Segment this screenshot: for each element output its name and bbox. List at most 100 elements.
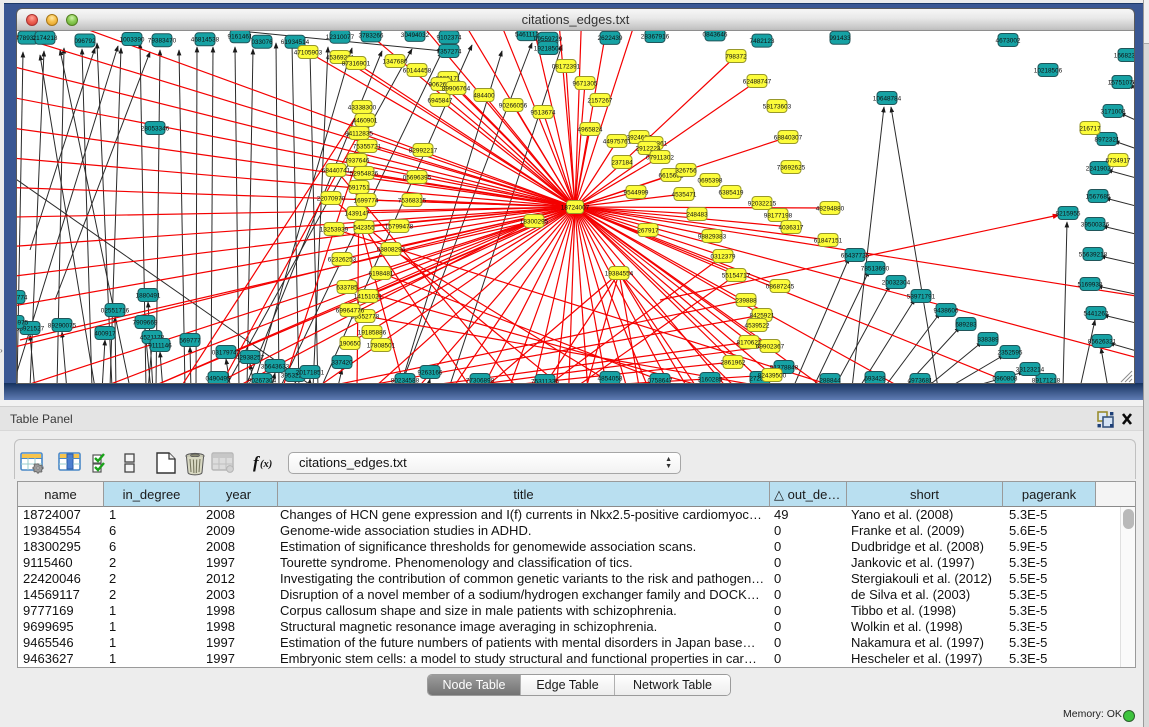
svg-text:08687245: 08687245 bbox=[766, 283, 795, 290]
svg-text:267917: 267917 bbox=[637, 227, 659, 234]
svg-text:2174218: 2174218 bbox=[33, 35, 58, 42]
svg-text:69964776: 69964776 bbox=[336, 307, 365, 314]
svg-text:84112835: 84112835 bbox=[345, 130, 373, 137]
svg-text:5441262: 5441262 bbox=[1084, 310, 1109, 317]
svg-text:46814538: 46814538 bbox=[191, 37, 220, 44]
svg-text:8972321: 8972321 bbox=[1095, 136, 1120, 143]
svg-text:0490495: 0490495 bbox=[206, 375, 231, 382]
svg-text:1880491: 1880491 bbox=[136, 292, 161, 299]
svg-text:13253939: 13253939 bbox=[320, 226, 349, 233]
svg-text:42938257: 42938257 bbox=[236, 354, 265, 361]
svg-text:68840307: 68840307 bbox=[774, 134, 803, 141]
svg-text:69902367: 69902367 bbox=[756, 343, 785, 350]
svg-text:8215955: 8215955 bbox=[1056, 210, 1081, 217]
svg-text:75355721: 75355721 bbox=[353, 143, 382, 150]
svg-text:55639218: 55639218 bbox=[1079, 251, 1108, 258]
svg-text:689283: 689283 bbox=[955, 321, 977, 328]
svg-text:1567685: 1567685 bbox=[1086, 193, 1111, 200]
svg-text:39500326: 39500326 bbox=[1081, 221, 1110, 228]
svg-text:9102374: 9102374 bbox=[437, 35, 462, 42]
svg-text:08172391: 08172391 bbox=[552, 63, 581, 70]
svg-text:3783266: 3783266 bbox=[359, 33, 384, 40]
svg-text:4036317: 4036317 bbox=[779, 224, 804, 231]
svg-text:19384554: 19384554 bbox=[605, 270, 634, 277]
svg-text:991433: 991433 bbox=[829, 35, 851, 42]
svg-text:33123214: 33123214 bbox=[1016, 366, 1045, 373]
svg-text:60144458: 60144458 bbox=[403, 67, 432, 74]
svg-text:89906764: 89906764 bbox=[442, 85, 471, 92]
svg-text:4973681: 4973681 bbox=[908, 377, 933, 383]
svg-text:15799478: 15799478 bbox=[385, 223, 414, 230]
svg-text:4460901: 4460901 bbox=[353, 117, 378, 124]
svg-text:19185886: 19185886 bbox=[358, 329, 387, 336]
svg-text:18300295: 18300295 bbox=[520, 218, 549, 225]
svg-text:838389: 838389 bbox=[977, 336, 999, 343]
svg-text:55154717: 55154717 bbox=[722, 272, 751, 279]
svg-text:66437725: 66437725 bbox=[841, 252, 870, 259]
svg-text:05696395: 05696395 bbox=[403, 174, 432, 181]
svg-text:190650: 190650 bbox=[339, 340, 361, 347]
svg-text:52954826: 52954826 bbox=[350, 170, 379, 177]
svg-text:61847151: 61847151 bbox=[814, 237, 843, 244]
svg-text:16682360: 16682360 bbox=[1114, 52, 1134, 59]
svg-text:12310077: 12310077 bbox=[326, 34, 355, 41]
svg-text:239888: 239888 bbox=[735, 297, 757, 304]
svg-text:798372: 798372 bbox=[725, 53, 747, 60]
svg-text:1439147: 1439147 bbox=[345, 210, 370, 217]
svg-text:1699774: 1699774 bbox=[354, 197, 379, 204]
svg-text:82439500: 82439500 bbox=[758, 372, 787, 379]
svg-text:20171851: 20171851 bbox=[296, 369, 325, 376]
svg-text:6385419: 6385419 bbox=[719, 189, 744, 196]
svg-text:9263166: 9263166 bbox=[418, 369, 443, 376]
svg-text:4535471: 4535471 bbox=[672, 191, 697, 198]
svg-text:03808294: 03808294 bbox=[377, 246, 406, 253]
svg-text:1421774: 1421774 bbox=[17, 294, 28, 301]
svg-text:75311336: 75311336 bbox=[531, 378, 559, 383]
svg-text:53971791: 53971791 bbox=[907, 293, 936, 300]
svg-text:87316901: 87316901 bbox=[342, 60, 371, 67]
svg-text:2157267: 2157267 bbox=[588, 97, 613, 104]
svg-text:18724007: 18724007 bbox=[561, 204, 590, 211]
svg-text:2622439: 2622439 bbox=[598, 35, 623, 42]
svg-text:542355: 542355 bbox=[353, 224, 375, 231]
svg-text:85626321: 85626321 bbox=[1088, 338, 1117, 345]
svg-text:6198481: 6198481 bbox=[369, 270, 394, 277]
svg-text:7482123: 7482123 bbox=[750, 38, 775, 45]
svg-text:(x): (x) bbox=[260, 459, 272, 470]
svg-text:98177198: 98177198 bbox=[764, 212, 793, 219]
svg-text:9161461: 9161461 bbox=[228, 34, 253, 41]
svg-text:48294880: 48294880 bbox=[816, 205, 845, 212]
svg-text:6945847: 6945847 bbox=[428, 97, 453, 104]
svg-text:77306898: 77306898 bbox=[466, 377, 495, 383]
svg-text:47105903: 47105903 bbox=[294, 49, 323, 56]
svg-text:75368315: 75368315 bbox=[398, 197, 427, 204]
svg-text:2352595: 2352595 bbox=[998, 349, 1023, 356]
svg-text:14151021: 14151021 bbox=[354, 293, 383, 300]
svg-text:10218506: 10218506 bbox=[1034, 67, 1063, 74]
svg-text:693428: 693428 bbox=[864, 375, 886, 382]
svg-text:30494032: 30494032 bbox=[401, 32, 430, 39]
svg-text:096792: 096792 bbox=[74, 38, 96, 45]
svg-text:20032304: 20032304 bbox=[882, 279, 911, 286]
svg-text:237184: 237184 bbox=[611, 159, 633, 166]
svg-text:591751: 591751 bbox=[348, 184, 370, 191]
svg-text:3171008: 3171008 bbox=[1101, 108, 1126, 115]
svg-text:73692625: 73692625 bbox=[777, 164, 806, 171]
svg-text:0960808: 0960808 bbox=[993, 375, 1018, 382]
svg-text:9513674: 9513674 bbox=[531, 109, 556, 116]
svg-text:7937646: 7937646 bbox=[345, 157, 370, 164]
svg-text:58173603: 58173603 bbox=[763, 103, 792, 110]
svg-text:90266056: 90266056 bbox=[499, 102, 528, 109]
svg-text:9438606: 9438606 bbox=[934, 307, 959, 314]
svg-text:633785: 633785 bbox=[336, 284, 358, 291]
svg-text:216717: 216717 bbox=[1079, 125, 1101, 132]
svg-text:9671305: 9671305 bbox=[573, 80, 598, 87]
svg-text:17808501: 17808501 bbox=[367, 342, 396, 349]
svg-text:79383470: 79383470 bbox=[148, 38, 177, 45]
svg-text:4539522: 4539522 bbox=[745, 322, 770, 329]
svg-text:28053346: 28053346 bbox=[141, 125, 170, 132]
svg-text:288844: 288844 bbox=[819, 377, 841, 383]
svg-text:19218506: 19218506 bbox=[534, 45, 563, 52]
svg-text:7909669: 7909669 bbox=[133, 319, 158, 326]
svg-text:1003390: 1003390 bbox=[120, 36, 145, 43]
